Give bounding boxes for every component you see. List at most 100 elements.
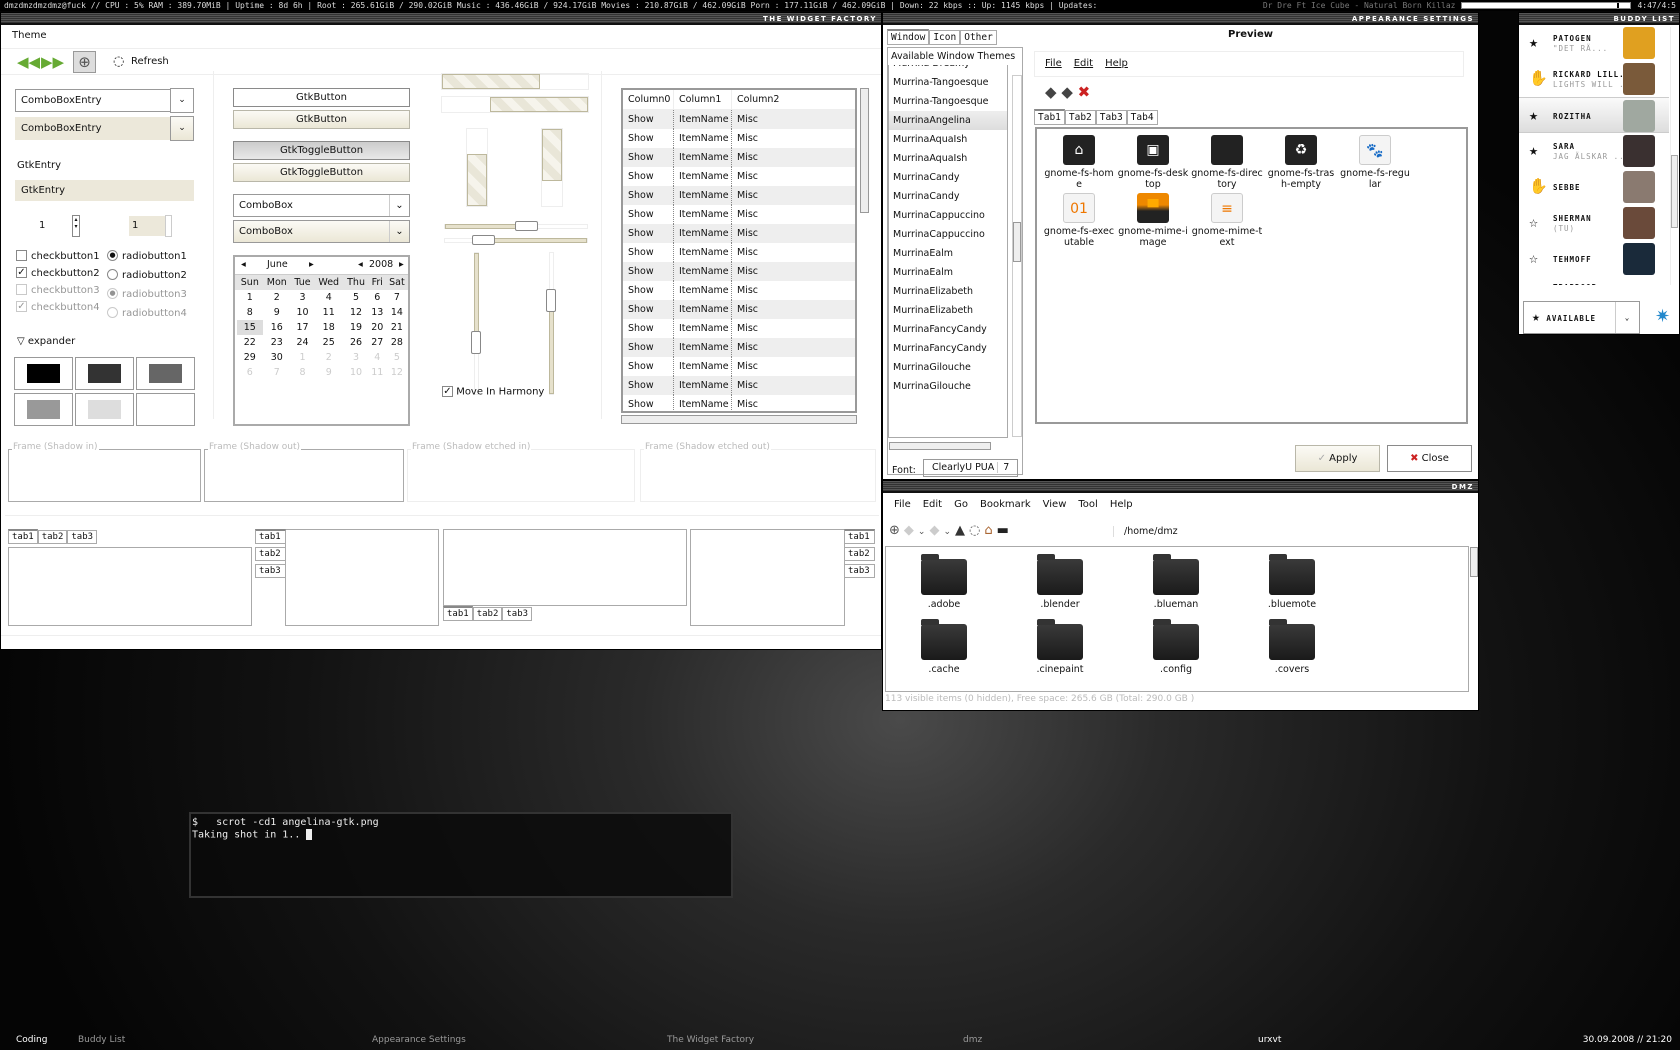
buddy-row[interactable]: ☆ TEHMOFF [1519,241,1669,277]
menu-item[interactable]: Tool [1078,499,1097,510]
tab[interactable]: tab3 [844,564,875,578]
table-row[interactable]: Show ItemName Misc [623,243,855,262]
calendar-day[interactable]: 13 [369,305,386,320]
buddy-row[interactable]: ★ SARA JAG ÄLSKAR ... [1519,133,1669,169]
folder-item[interactable]: .blueman [1146,554,1262,610]
calendar-day[interactable]: 19 [343,320,368,335]
calendar-day[interactable]: 18 [314,320,343,335]
color-button[interactable] [75,393,134,426]
theme-list-item[interactable]: Murrina-Tangoesque [889,92,1007,111]
chevron-down-icon[interactable]: ⌄ [943,527,955,537]
next-year-icon[interactable]: ▸ [399,257,404,273]
calendar-day[interactable]: 28 [386,335,408,350]
back-icon[interactable]: ◆ [904,523,918,538]
color-button[interactable] [14,357,73,390]
horizontal-scrollbar[interactable] [621,415,857,424]
calendar-day[interactable]: 9 [263,305,291,320]
calendar-day[interactable]: 22 [237,335,263,350]
back-arrow-icon[interactable]: ◀◀ [17,53,40,71]
font-picker-button[interactable]: ClearlyU PUA 7 [923,459,1018,477]
location-bar[interactable]: /home/dmz [1113,526,1178,537]
theme-list-item[interactable]: MurrinaElizabeth [889,282,1007,301]
tab[interactable]: tab1 [443,606,473,621]
preview-icon[interactable]: 01 gnome-fs-executable [1043,193,1115,248]
chevron-down-icon[interactable]: ⌄ [170,116,194,141]
calendar-day[interactable]: 7 [263,365,291,380]
calendar-day[interactable]: 2 [314,350,343,365]
window-titlebar[interactable]: BUDDY LIST [1519,13,1679,25]
preview-menu-item[interactable]: Help [1105,58,1128,69]
calendar-day[interactable]: 2 [263,290,291,305]
preview-menu-item[interactable]: File [1045,58,1062,69]
slider-handle[interactable] [472,235,496,245]
up-arrow-icon[interactable]: ▲ [955,523,969,538]
calendar-day[interactable]: 8 [237,305,263,320]
calendar-day[interactable]: 4 [369,350,386,365]
tab[interactable]: tab1 [255,529,286,544]
vertical-scrollbar[interactable] [1470,547,1478,577]
buddy-scrollbar[interactable] [1671,155,1678,228]
list-header[interactable]: Available Window Themes [891,51,1015,62]
task-appearance-settings[interactable]: Appearance Settings [372,1030,466,1050]
column-header[interactable]: Column2 [731,90,855,109]
radio-button[interactable] [107,307,118,318]
table-row[interactable]: Show ItemName Misc [623,224,855,243]
theme-list-item[interactable]: Murrina Dreamy [889,65,1007,73]
theme-list-item[interactable]: MurrinaAquaIsh [889,130,1007,149]
close-x-icon[interactable]: ✖ [1078,83,1091,101]
preview-menu-item[interactable]: Edit [1074,58,1093,69]
tab[interactable]: tab3 [67,530,98,544]
toggle-button-active[interactable]: GtkToggleButton [233,141,410,160]
combobox-2[interactable]: ComboBox ⌄ [233,220,410,243]
calendar-day[interactable]: 3 [343,350,368,365]
preview-icon[interactable]: ▣ gnome-fs-desktop [1117,135,1189,190]
calendar-day[interactable]: 5 [386,350,408,365]
reload-icon[interactable]: ◌ [969,523,984,538]
table-row[interactable]: Show ItemName Misc [623,167,855,186]
window-titlebar[interactable]: DMZ [883,481,1478,493]
prev-year-icon[interactable]: ◂ [358,257,363,273]
chevron-down-icon[interactable]: ⌄ [170,88,194,113]
preview-tab[interactable]: Tab1 [1034,109,1065,125]
calendar-day[interactable]: 16 [263,320,291,335]
home-icon[interactable]: ⌂ [984,523,996,538]
folder-item[interactable]: .config [1146,619,1262,675]
combobox[interactable]: ComboBox ⌄ [233,194,410,217]
menu-item[interactable]: Go [954,499,968,510]
tab[interactable]: tab1 [844,529,875,544]
theme-list-item[interactable]: MurrinaAngelina [889,111,1007,130]
task-dmz[interactable]: dmz [963,1030,982,1050]
preview-icon[interactable]: ▀ gnome-mime-image [1117,193,1189,248]
color-button[interactable] [75,357,134,390]
tab[interactable]: tab2 [37,530,68,544]
calendar-day[interactable]: 11 [314,305,343,320]
calendar-day[interactable]: 29 [237,350,263,365]
menu-item[interactable]: Edit [923,499,942,510]
spin-arrows-icon[interactable] [165,215,172,237]
theme-list-item[interactable]: MurrinaEalm [889,244,1007,263]
refresh-icon[interactable]: ◌ [113,54,124,69]
prev-month-icon[interactable]: ◂ [241,257,246,273]
theme-list-item[interactable]: MurrinaAquaIsh [889,149,1007,168]
add-button[interactable]: ⊕ [73,51,96,73]
gtk-button-2[interactable]: GtkButton [233,110,410,129]
calendar-day[interactable]: 20 [369,320,386,335]
folder-item[interactable]: .cinepaint [1030,619,1146,675]
calendar-day[interactable]: 7 [386,290,408,305]
tab[interactable]: tab2 [255,547,286,561]
table-row[interactable]: Show ItemName Misc [623,395,855,411]
theme-list-item[interactable]: MurrinaEalm [889,263,1007,282]
table-row[interactable]: Show ItemName Misc [623,110,855,129]
table-row[interactable]: Show ItemName Misc [623,148,855,167]
calendar-day[interactable]: 11 [369,365,386,380]
tab[interactable]: tab2 [844,547,875,561]
calendar-day[interactable]: 15 [237,320,263,335]
calendar-day[interactable]: 12 [386,365,408,380]
table-row[interactable]: Show ItemName Misc [623,357,855,376]
buddy-row[interactable]: ✋ SEBBE [1519,169,1669,205]
menu-item[interactable]: File [894,499,911,510]
forward-arrow-icon[interactable]: ▶▶ [41,53,64,71]
calendar-day[interactable]: 23 [263,335,291,350]
buddy-row[interactable]: ✋ RICKARD LILL... LIGHTS WILL ... [1519,61,1669,97]
vertical-slider[interactable] [546,252,556,395]
